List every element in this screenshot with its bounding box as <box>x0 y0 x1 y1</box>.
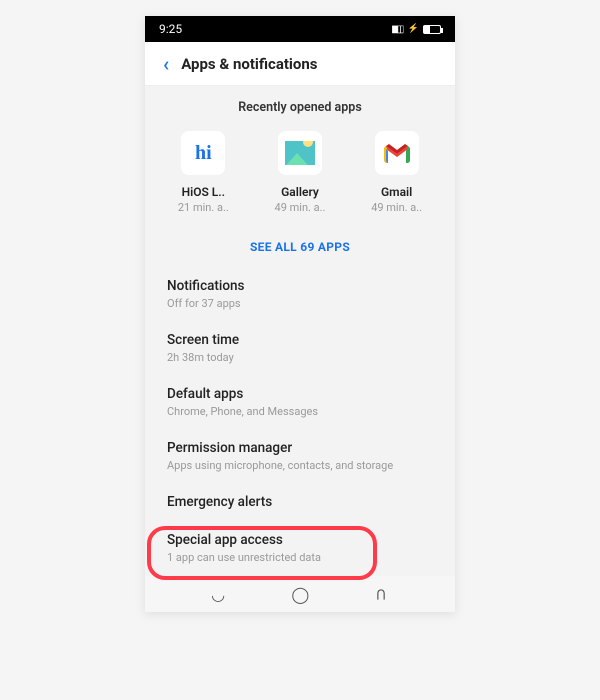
nav-home-icon[interactable]: ◯ <box>291 585 309 604</box>
gmail-icon <box>375 131 419 175</box>
app-sub: 21 min. a.. <box>163 201 243 214</box>
phone-frame: 9:25 ▮▮▯▯ ⚡ ‹ Apps & notifications Recen… <box>145 16 455 612</box>
item-screen-time[interactable]: Screen time 2h 38m today <box>145 322 455 376</box>
status-time: 9:25 <box>159 22 182 36</box>
app-name: HiOS L.. <box>163 185 243 199</box>
nav-bar: ◡ ◯ ⊂ <box>145 576 455 612</box>
app-name: Gmail <box>357 185 437 199</box>
item-title: Notifications <box>167 278 433 294</box>
item-sub: 1 app can use unrestricted data <box>167 551 433 564</box>
see-all-apps-button[interactable]: SEE ALL 69 APPS <box>145 224 455 268</box>
back-icon[interactable]: ‹ <box>155 48 177 80</box>
battery-icon <box>423 25 441 34</box>
recent-app-gallery[interactable]: Gallery 49 min. a.. <box>260 131 340 214</box>
item-title: Default apps <box>167 386 433 402</box>
item-sub: 2h 38m today <box>167 351 433 364</box>
item-emergency-alerts[interactable]: Emergency alerts <box>145 484 455 522</box>
nav-recent-icon[interactable]: ◡ <box>211 585 225 604</box>
recent-heading: Recently opened apps <box>145 86 455 125</box>
nav-back-icon[interactable]: ⊂ <box>373 587 392 600</box>
app-sub: 49 min. a.. <box>357 201 437 214</box>
status-bar: 9:25 ▮▮▯▯ ⚡ <box>145 16 455 42</box>
item-sub: Chrome, Phone, and Messages <box>167 405 433 418</box>
signal-icon: ▮▮▯▯ <box>391 24 402 35</box>
item-title: Screen time <box>167 332 433 348</box>
item-special-app-access[interactable]: Special app access 1 app can use unrestr… <box>145 522 455 576</box>
page-title: Apps & notifications <box>181 55 317 73</box>
status-icons: ▮▮▯▯ ⚡ <box>390 24 441 35</box>
item-sub: Apps using microphone, contacts, and sto… <box>167 459 433 472</box>
item-default-apps[interactable]: Default apps Chrome, Phone, and Messages <box>145 376 455 430</box>
app-sub: 49 min. a.. <box>260 201 340 214</box>
gallery-icon <box>278 131 322 175</box>
item-title: Permission manager <box>167 440 433 456</box>
item-title: Special app access <box>167 532 433 548</box>
item-sub: Off for 37 apps <box>167 297 433 310</box>
recent-app-hios[interactable]: hi HiOS L.. 21 min. a.. <box>163 131 243 214</box>
hios-icon: hi <box>181 131 225 175</box>
item-permission-manager[interactable]: Permission manager Apps using microphone… <box>145 430 455 484</box>
recent-app-gmail[interactable]: Gmail 49 min. a.. <box>357 131 437 214</box>
header-bar: ‹ Apps & notifications <box>145 42 455 86</box>
recent-apps-row: hi HiOS L.. 21 min. a.. Gallery 49 min. … <box>145 125 455 224</box>
app-name: Gallery <box>260 185 340 199</box>
charging-icon: ⚡ <box>408 24 419 34</box>
item-notifications[interactable]: Notifications Off for 37 apps <box>145 268 455 322</box>
item-title: Emergency alerts <box>167 494 433 510</box>
